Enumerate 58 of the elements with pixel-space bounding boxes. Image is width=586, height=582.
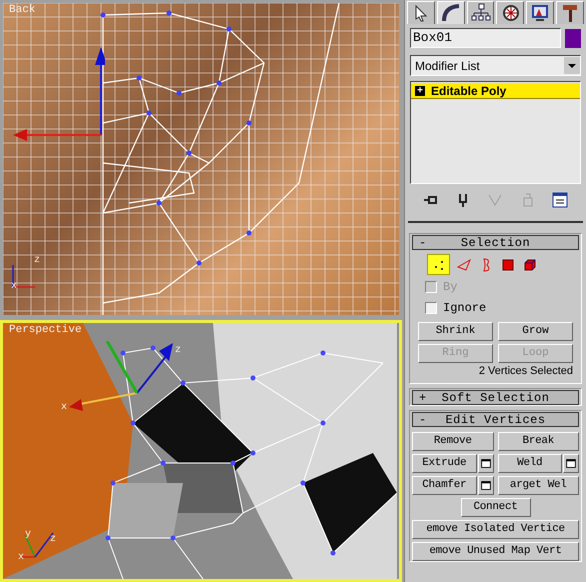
object-name-field[interactable]: Box01 (410, 28, 561, 48)
axis-tripod-icon (11, 263, 37, 289)
rollout-toggle[interactable]: - (413, 236, 437, 248)
panel-tab[interactable] (466, 1, 494, 24)
axis-label: x (11, 282, 18, 292)
element-icon (522, 256, 538, 272)
axis-label: z (50, 535, 56, 545)
rollout-title: Edit Vertices (444, 414, 547, 426)
viewport[interactable]: Perspective z x y z x (0, 320, 402, 582)
polygon-icon (500, 256, 516, 272)
rollout-header[interactable]: - Edit Vertices (412, 412, 579, 427)
rollout-button[interactable]: Grow (498, 322, 573, 341)
checkbox[interactable] (425, 302, 437, 314)
object-color-swatch[interactable] (565, 28, 581, 48)
settings-window-icon[interactable] (478, 454, 494, 473)
wheel-icon (500, 3, 520, 23)
expand-toggle[interactable]: + (415, 86, 425, 96)
monitor-icon (530, 3, 550, 23)
panel-tab[interactable] (436, 1, 465, 24)
viewport[interactable]: Back z x (0, 0, 402, 318)
axis-label: z (175, 346, 182, 356)
checkbox-label: By (443, 281, 458, 293)
settings-window-icon[interactable] (478, 476, 494, 495)
rollout-button[interactable]: emove Unused Map Vert (412, 542, 579, 561)
panel-tab[interactable] (407, 1, 435, 24)
stack-item-label: Editable Poly (431, 84, 506, 96)
rollout-title: Soft Selection (440, 392, 550, 404)
checkbox-label: Ignore (443, 302, 486, 314)
rollout-button[interactable]: Weld (498, 454, 562, 473)
bent-tube-icon (440, 3, 461, 23)
selection-status-text: 2 Vertices Selected (478, 366, 574, 377)
stack-item[interactable]: + Editable Poly (411, 83, 580, 99)
rollout-toggle[interactable]: - (413, 414, 437, 426)
hierarchy-icon (470, 3, 491, 23)
rollout-header[interactable]: - Selection (412, 235, 579, 250)
rollout-title: Selection (460, 236, 532, 248)
panel-tab[interactable] (526, 1, 554, 24)
modifier-list-dropdown[interactable]: Modifier List (410, 55, 581, 76)
rollout-button[interactable]: arget Wel (498, 476, 579, 495)
axis-label: x (61, 403, 68, 413)
axis-label: z (34, 256, 40, 266)
axis-label: x (18, 553, 24, 563)
rollout-button[interactable]: Chamfer (412, 476, 476, 495)
edge-icon (456, 256, 472, 272)
rollout-button[interactable]: emove Isolated Vertice (412, 520, 579, 539)
rollout-toggle[interactable]: + (413, 392, 437, 404)
settings-window-icon[interactable] (563, 454, 579, 473)
rollout-header[interactable]: + Soft Selection (412, 390, 579, 405)
rollout-button[interactable]: Extrude (412, 454, 476, 473)
configure-icon (552, 192, 568, 208)
rollout-button[interactable]: Connect (460, 498, 530, 517)
rollout-button[interactable]: Break (498, 432, 579, 451)
rollout-button[interactable]: Remove (412, 432, 494, 451)
stack-tool-button[interactable] (552, 192, 568, 208)
rollout-button[interactable]: Shrink (418, 322, 493, 341)
axis-label: y (25, 530, 32, 540)
panel-tab[interactable] (556, 1, 584, 24)
panel-tab[interactable] (496, 1, 524, 24)
